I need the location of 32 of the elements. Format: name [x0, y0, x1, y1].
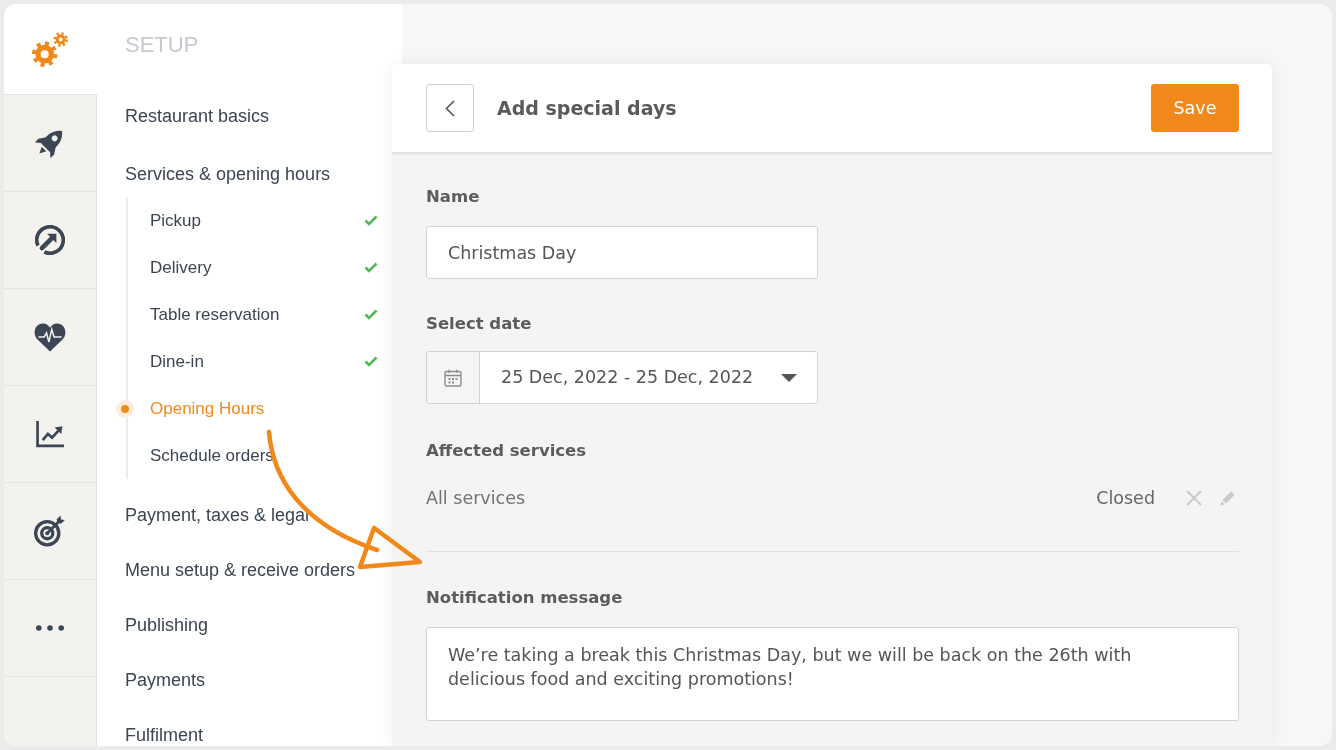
nav-item[interactable]: Publishing: [125, 597, 378, 652]
target-arrow-icon: [34, 515, 66, 547]
more-icon: [36, 625, 64, 631]
nav-subitem[interactable]: Schedule orders: [128, 432, 378, 479]
nav-subitem[interactable]: Table reservation: [128, 291, 378, 338]
text-field[interactable]: Christmas Day: [426, 226, 818, 279]
date-range-dropdown[interactable]: 25 Dec, 2022 - 25 Dec, 2022: [426, 351, 818, 404]
field-label: Select date: [426, 313, 533, 335]
dot-icon: [116, 399, 134, 418]
service-name: All services: [426, 487, 526, 510]
section-heading: SETUP: [125, 31, 200, 59]
nav-item[interactable]: Restaurant basics: [125, 87, 378, 145]
nav-subitem[interactable]: Delivery: [128, 244, 378, 291]
nav-item[interactable]: Fulfilment: [125, 707, 378, 746]
panel-title: Add special days: [497, 96, 677, 120]
chevron-left-icon: [445, 99, 455, 117]
nav-item[interactable]: Payment, taxes & legal: [125, 487, 378, 542]
line-chart-icon: [35, 420, 65, 448]
status-text: Closed: [1096, 487, 1155, 510]
nav-subitem[interactable]: Dine-in: [128, 338, 378, 385]
field-label: Name: [426, 186, 481, 208]
caret-icon: [781, 373, 797, 382]
rocket-icon: [35, 128, 65, 158]
calendar-icon: [444, 368, 462, 387]
nav-item[interactable]: Menu setup & receive orders: [125, 542, 378, 597]
field-label: Notification message: [426, 587, 624, 609]
heart-pulse-icon: [34, 322, 66, 352]
nav-item[interactable]: Payments: [125, 652, 378, 707]
circle-arrow-icon: [35, 225, 65, 255]
message-field[interactable]: We’re taking a break this Christmas Day, but we will be back on the 26th with delicious food and exciting promotions!: [426, 627, 1239, 721]
gears-icon: [32, 31, 68, 67]
field-label: Affected services: [426, 440, 588, 462]
